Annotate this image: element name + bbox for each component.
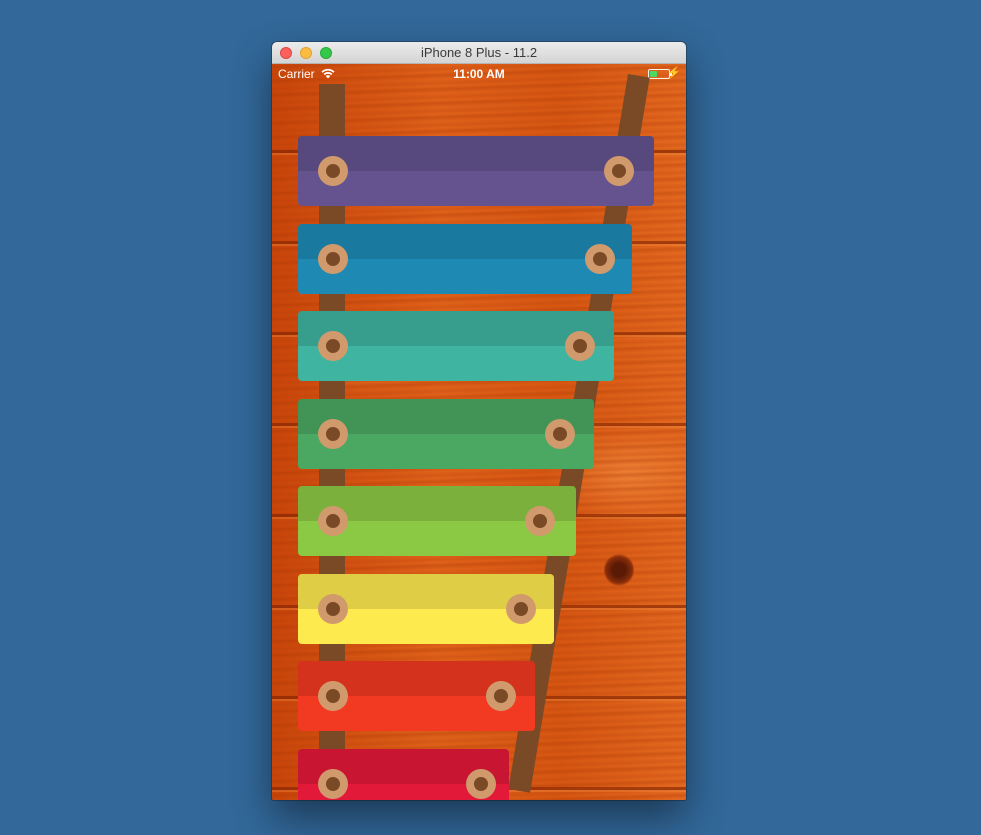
left-peg bbox=[318, 506, 348, 536]
xylophone-bar-7[interactable] bbox=[298, 661, 535, 731]
xylophone-bar-4[interactable] bbox=[298, 399, 594, 469]
peg-center bbox=[326, 777, 340, 791]
peg-center bbox=[494, 689, 508, 703]
left-peg bbox=[318, 244, 348, 274]
status-bar: Carrier 11:00 AM ⚡ bbox=[272, 64, 686, 84]
peg-center bbox=[326, 427, 340, 441]
bar-shade bbox=[298, 224, 632, 259]
right-peg bbox=[604, 156, 634, 186]
peg-center bbox=[533, 514, 547, 528]
peg-center bbox=[593, 252, 607, 266]
xylophone-bar-5[interactable] bbox=[298, 486, 576, 556]
window-title: iPhone 8 Plus - 11.2 bbox=[420, 45, 538, 60]
left-peg bbox=[318, 594, 348, 624]
peg-center bbox=[612, 164, 626, 178]
xylophone-bar-3[interactable] bbox=[298, 311, 614, 381]
left-peg bbox=[318, 419, 348, 449]
right-peg bbox=[486, 681, 516, 711]
peg-center bbox=[326, 602, 340, 616]
left-peg bbox=[318, 681, 348, 711]
peg-center bbox=[326, 339, 340, 353]
right-peg bbox=[506, 594, 536, 624]
xylophone-bar-1[interactable] bbox=[298, 136, 654, 206]
bolt-icon: ⚡ bbox=[667, 67, 681, 79]
xylophone-bar-8[interactable] bbox=[298, 749, 509, 800]
xylophone-bar-6[interactable] bbox=[298, 574, 554, 644]
xylophone-bar-2[interactable] bbox=[298, 224, 632, 294]
left-peg bbox=[318, 156, 348, 186]
battery-level bbox=[650, 71, 657, 77]
left-peg bbox=[318, 331, 348, 361]
right-peg bbox=[545, 419, 575, 449]
window-titlebar[interactable]: iPhone 8 Plus - 11.2 bbox=[272, 42, 686, 64]
wood-knot bbox=[604, 554, 634, 586]
app-screen: Carrier 11:00 AM ⚡ bbox=[272, 64, 686, 800]
peg-center bbox=[553, 427, 567, 441]
right-peg bbox=[585, 244, 615, 274]
right-peg bbox=[565, 331, 595, 361]
peg-center bbox=[326, 164, 340, 178]
peg-center bbox=[326, 689, 340, 703]
peg-center bbox=[474, 777, 488, 791]
left-peg bbox=[318, 769, 348, 799]
peg-center bbox=[573, 339, 587, 353]
peg-center bbox=[326, 252, 340, 266]
right-peg bbox=[466, 769, 496, 799]
peg-center bbox=[514, 602, 528, 616]
peg-center bbox=[326, 514, 340, 528]
bar-shade bbox=[298, 136, 654, 171]
status-time: 11:00 AM bbox=[453, 67, 505, 81]
right-peg bbox=[525, 506, 555, 536]
simulator-window: iPhone 8 Plus - 11.2 Carrier 11:00 AM ⚡ bbox=[272, 42, 686, 800]
